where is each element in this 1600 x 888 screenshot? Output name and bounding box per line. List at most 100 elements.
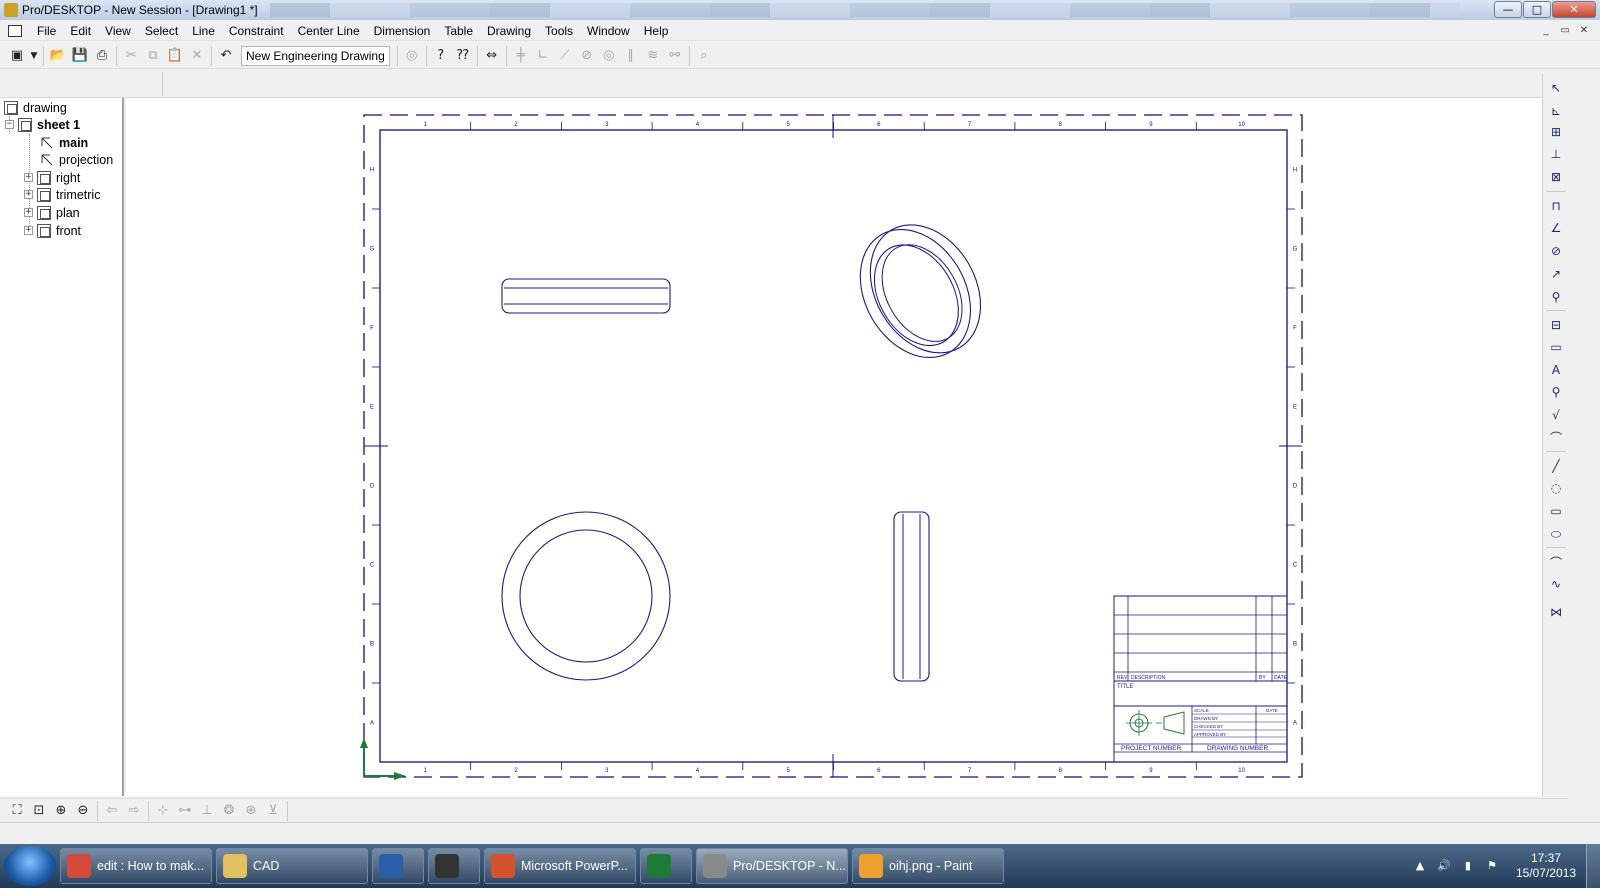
tree-item-front[interactable]: + front bbox=[24, 222, 81, 239]
select-pointer-icon[interactable]: ↖ bbox=[1546, 78, 1566, 98]
close-button[interactable]: ✕ bbox=[1552, 1, 1596, 18]
zoom-in-icon[interactable]: ⊕ bbox=[50, 800, 72, 822]
weld-symbol-icon[interactable]: ⌒ bbox=[1546, 427, 1566, 447]
zoom-window-icon[interactable]: ⇔ bbox=[481, 45, 503, 67]
text-icon[interactable]: A bbox=[1546, 360, 1566, 380]
collapse-icon[interactable]: − bbox=[5, 120, 14, 129]
start-button[interactable] bbox=[4, 846, 56, 886]
zoom-area-icon[interactable]: ⊡ bbox=[28, 800, 50, 822]
taskbar-item-camera[interactable] bbox=[428, 848, 480, 884]
trim-tool-icon[interactable]: ⋈ bbox=[1546, 602, 1566, 622]
tree-item-right[interactable]: + right bbox=[24, 169, 80, 186]
menu-window[interactable]: Window bbox=[580, 24, 637, 38]
dimension-icon[interactable]: ⊥ bbox=[196, 800, 218, 822]
ordinate-dimension-icon[interactable]: ↗ bbox=[1546, 264, 1566, 284]
context-help-icon[interactable]: ⁇ bbox=[452, 45, 474, 67]
menu-help[interactable]: Help bbox=[637, 24, 676, 38]
maximize-button[interactable]: □ bbox=[1523, 1, 1551, 18]
taskbar-item-paint[interactable]: oihj.png - Paint bbox=[852, 848, 1004, 884]
print-icon[interactable]: ⎙ bbox=[91, 45, 113, 67]
volume-icon[interactable]: 🔊 bbox=[1437, 859, 1451, 873]
tree-item-trimetric[interactable]: + trimetric bbox=[24, 186, 100, 203]
tree-item-projection[interactable]: projection bbox=[40, 151, 113, 168]
copy-icon[interactable]: ⧉ bbox=[142, 45, 164, 67]
taskbar-item-folder[interactable]: CAD bbox=[216, 848, 368, 884]
show-hidden-icons-icon[interactable]: ▲ bbox=[1413, 859, 1427, 873]
datum-icon[interactable]: ⊟ bbox=[1546, 315, 1566, 335]
line-tool-icon[interactable]: ╱ bbox=[1546, 456, 1566, 476]
paste-icon[interactable]: 📋 bbox=[164, 45, 186, 67]
menu-dimension[interactable]: Dimension bbox=[367, 24, 438, 38]
menu-select[interactable]: Select bbox=[138, 24, 185, 38]
action-center-icon[interactable]: ⚑ bbox=[1485, 859, 1499, 873]
taskbar-item-prodesktop[interactable]: Pro/DESKTOP - N... bbox=[696, 848, 848, 884]
expand-icon[interactable]: + bbox=[24, 173, 33, 182]
zoom-fit-icon[interactable]: ⛶ bbox=[6, 800, 28, 822]
menu-view[interactable]: View bbox=[98, 24, 138, 38]
open-folder-icon[interactable]: 📂 bbox=[47, 45, 69, 67]
template-dropdown[interactable]: New Engineering Drawing bbox=[241, 45, 390, 66]
minimize-button[interactable]: — bbox=[1494, 1, 1522, 18]
menu-table[interactable]: Table bbox=[437, 24, 480, 38]
surface-finish-icon[interactable]: √ bbox=[1546, 405, 1566, 425]
create-view-icon[interactable]: ⊾ bbox=[1546, 101, 1566, 121]
menu-constraint[interactable]: Constraint bbox=[222, 24, 291, 38]
center-icon[interactable]: ⊕ bbox=[240, 800, 262, 822]
tree-item-plan[interactable]: + plan bbox=[24, 204, 80, 221]
tree-item-main[interactable]: main bbox=[40, 134, 88, 151]
drawing-canvas[interactable]: 1 1 2 2 3 3 4 4 5 5 6 6 7 7 8 8 9 9 10 10 H H G G F F E E D D C C B B A A bbox=[126, 98, 1542, 796]
constraint-concentric-icon[interactable]: ◎ bbox=[598, 45, 620, 67]
constraint-equal-icon[interactable]: ≋ bbox=[642, 45, 664, 67]
template-settings-icon[interactable]: ◎ bbox=[401, 45, 423, 67]
leader-dimension-icon[interactable]: ⚲ bbox=[1546, 287, 1566, 307]
cut-icon[interactable]: ✂ bbox=[120, 45, 142, 67]
menu-line[interactable]: Line bbox=[185, 24, 222, 38]
measure-icon[interactable]: ⊻ bbox=[262, 800, 284, 822]
spline-tool-icon[interactable]: ∿ bbox=[1546, 574, 1566, 594]
section-view-icon[interactable]: ⊥ bbox=[1546, 144, 1566, 164]
clock[interactable]: 17:37 15/07/2013 bbox=[1516, 851, 1576, 881]
network-icon[interactable]: ▮ bbox=[1461, 859, 1475, 873]
find-icon[interactable]: ⌕ bbox=[693, 45, 715, 67]
feature-control-icon[interactable]: ▭ bbox=[1546, 337, 1566, 357]
new-dropdown-icon[interactable]: ▼ bbox=[28, 45, 40, 67]
radial-dimension-icon[interactable]: ⊘ bbox=[1546, 241, 1566, 261]
detail-view-icon[interactable]: ⊠ bbox=[1546, 167, 1566, 187]
rectangle-tool-icon[interactable]: ▭ bbox=[1546, 501, 1566, 521]
menu-tools[interactable]: Tools bbox=[538, 24, 580, 38]
zoom-out-icon[interactable]: ⊖ bbox=[72, 800, 94, 822]
save-icon[interactable]: 💾 bbox=[69, 45, 91, 67]
pan-icon[interactable]: ⊹ bbox=[152, 800, 174, 822]
menu-file[interactable]: File bbox=[30, 24, 63, 38]
doc-close-button[interactable]: ✕ bbox=[1576, 24, 1592, 38]
constraint-tangent-icon[interactable]: ⊘ bbox=[576, 45, 598, 67]
balloon-icon[interactable]: ⚲ bbox=[1546, 382, 1566, 402]
constraint-perpendicular-icon[interactable]: ∟ bbox=[532, 45, 554, 67]
projected-view-icon[interactable]: ⊞ bbox=[1546, 122, 1566, 142]
doc-minimize-button[interactable]: _ bbox=[1538, 24, 1554, 38]
arc-tool-icon[interactable]: ⌒ bbox=[1546, 552, 1566, 572]
linear-dimension-icon[interactable]: ⊓ bbox=[1546, 196, 1566, 216]
delete-icon[interactable]: ✕ bbox=[186, 45, 208, 67]
undo-icon[interactable]: ↶ bbox=[215, 45, 237, 67]
constraint-horizontal-icon[interactable]: ╪ bbox=[510, 45, 532, 67]
taskbar-item-excel[interactable] bbox=[640, 848, 692, 884]
angular-dimension-icon[interactable]: ∠ bbox=[1546, 218, 1566, 238]
constraint-coincident-icon[interactable]: ⚯ bbox=[664, 45, 686, 67]
tree-item-drawing[interactable]: drawing bbox=[4, 99, 67, 116]
expand-icon[interactable]: + bbox=[24, 208, 33, 217]
snap-icon[interactable]: ❂ bbox=[218, 800, 240, 822]
ellipse-tool-icon[interactable]: ⬭ bbox=[1546, 524, 1566, 544]
plan-view[interactable] bbox=[501, 278, 671, 314]
menu-center-line[interactable]: Center Line bbox=[291, 24, 367, 38]
menu-edit[interactable]: Edit bbox=[63, 24, 98, 38]
drawing-sheet[interactable]: 1 1 2 2 3 3 4 4 5 5 6 6 7 7 8 8 9 9 10 10 H H G G F F E E D D C C B B A A bbox=[126, 98, 1542, 796]
document-icon[interactable] bbox=[8, 24, 22, 37]
forward-icon[interactable]: ⇨ bbox=[123, 800, 145, 822]
back-icon[interactable]: ⇦ bbox=[101, 800, 123, 822]
circle-tool-icon[interactable]: ◌ bbox=[1546, 478, 1566, 498]
expand-icon[interactable]: + bbox=[24, 226, 33, 235]
doc-restore-button[interactable]: ▭ bbox=[1557, 24, 1573, 38]
help-icon[interactable]: ? bbox=[430, 45, 452, 67]
taskbar-item-powerpoint[interactable]: Microsoft PowerP... bbox=[484, 848, 636, 884]
